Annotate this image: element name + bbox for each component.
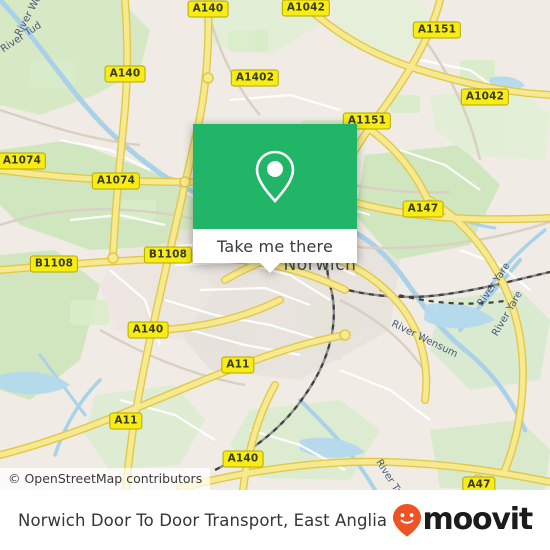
moovit-smiley-pin-icon bbox=[392, 504, 421, 537]
moovit-logo[interactable]: moovit bbox=[392, 502, 534, 537]
road-shield[interactable]: A140 bbox=[104, 65, 146, 83]
road-shield[interactable]: A140 bbox=[127, 321, 169, 339]
map-canvas[interactable]: A140 A1042 A1151 A140 A1402 A1042 A1151 … bbox=[0, 0, 550, 490]
road-shield[interactable]: A1074 bbox=[0, 152, 47, 170]
road-shield[interactable]: A1042 bbox=[460, 88, 510, 106]
road-shield[interactable]: A1402 bbox=[230, 69, 280, 87]
take-me-there-button[interactable]: Take me there bbox=[217, 237, 333, 256]
road-shield[interactable]: A147 bbox=[402, 200, 444, 218]
road-shield[interactable]: B1108 bbox=[143, 246, 193, 264]
road-shield[interactable]: A140 bbox=[222, 450, 264, 468]
road-shield[interactable]: A1151 bbox=[412, 21, 462, 39]
moovit-wordmark: moovit bbox=[422, 502, 534, 537]
road-shield[interactable]: A1074 bbox=[91, 172, 141, 190]
road-shield[interactable]: A140 bbox=[187, 0, 229, 18]
map-attribution[interactable]: © OpenStreetMap contributors bbox=[0, 468, 211, 490]
footer-bar: Norwich Door To Door Transport, East Ang… bbox=[0, 490, 550, 550]
popup-tail bbox=[259, 262, 281, 273]
road-shield[interactable]: A1042 bbox=[281, 0, 331, 17]
location-popup-card[interactable]: Take me there bbox=[193, 124, 357, 273]
road-shield[interactable]: A47 bbox=[462, 476, 496, 490]
road-shield[interactable]: A11 bbox=[109, 412, 143, 430]
popup-action-area[interactable]: Take me there bbox=[193, 229, 357, 273]
popup-icon-area bbox=[193, 124, 357, 229]
page-title: Norwich Door To Door Transport, East Ang… bbox=[18, 510, 388, 530]
moovit-map-screenshot: A140 A1042 A1151 A140 A1402 A1042 A1151 … bbox=[0, 0, 550, 550]
map-pin-icon bbox=[255, 150, 295, 203]
road-shield[interactable]: A11 bbox=[221, 356, 255, 374]
road-shield[interactable]: B1108 bbox=[29, 255, 79, 273]
